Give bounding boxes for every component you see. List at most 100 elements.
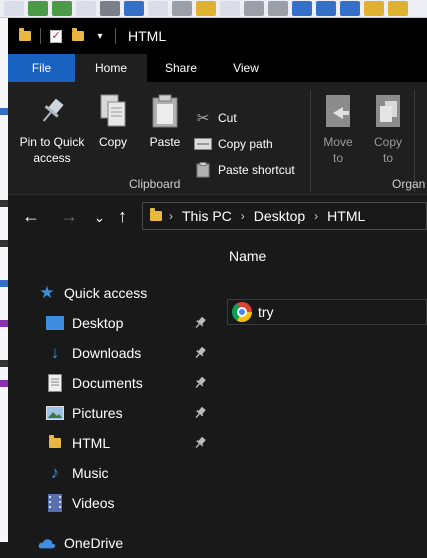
nav-item-label: Documents <box>72 375 143 391</box>
nav-item-videos[interactable]: Videos <box>8 488 215 518</box>
folder-icon <box>18 28 32 43</box>
nav-item-desktop[interactable]: Desktop <box>8 308 215 338</box>
pin-icon <box>35 92 69 130</box>
recent-locations-chevron-icon[interactable]: ⌄ <box>94 208 105 228</box>
move-to-button[interactable]: Move to <box>316 92 360 166</box>
new-folder-icon[interactable] <box>71 28 85 43</box>
tab-share[interactable]: Share <box>147 54 215 82</box>
nav-quick-access[interactable]: ★ Quick access <box>8 278 215 308</box>
nav-item-label: Pictures <box>72 405 123 421</box>
nav-item-music[interactable]: ♪ Music <box>8 458 215 488</box>
title-bar: ✓ ▾ HTML <box>8 18 427 54</box>
breadcrumb-separator-icon[interactable]: › <box>169 209 173 223</box>
paste-icon <box>148 92 182 130</box>
toolbar-icon <box>268 1 288 16</box>
tab-file[interactable]: File <box>8 54 75 82</box>
address-bar[interactable]: › This PC › Desktop › HTML <box>142 202 427 230</box>
toolbar-icon <box>196 1 216 16</box>
toolbar-icon <box>364 1 384 16</box>
nav-item-documents[interactable]: Documents <box>8 368 215 398</box>
toolbar-icon <box>388 1 408 16</box>
file-item[interactable]: try <box>227 299 427 325</box>
nav-item-downloads[interactable]: ↓ Downloads <box>8 338 215 368</box>
copy-to-button[interactable]: Copy to <box>366 92 410 166</box>
paste-button[interactable]: Paste <box>142 92 188 150</box>
column-header-name[interactable]: Name <box>229 248 266 264</box>
nav-onedrive-label: OneDrive <box>64 535 124 551</box>
organize-group-label: Organ <box>392 177 426 191</box>
nav-onedrive[interactable]: OneDrive <box>8 528 215 558</box>
nav-item-label: Downloads <box>72 345 142 361</box>
redo-icon <box>52 1 72 16</box>
undo-icon <box>28 1 48 16</box>
breadcrumb-desktop[interactable]: Desktop <box>254 208 305 224</box>
toolbar-icon <box>316 1 336 16</box>
copy-to-label-line2: to <box>382 151 393 165</box>
navigation-pane: ★ Quick access Desktop ↓ Downloads Docum… <box>8 236 215 551</box>
copy-to-icon <box>371 92 405 130</box>
copy-label: Copy <box>98 135 127 149</box>
properties-checkbox-icon[interactable]: ✓ <box>49 29 63 43</box>
download-arrow-icon: ↓ <box>50 343 60 362</box>
copy-icon <box>96 92 130 130</box>
folder-icon <box>149 208 163 223</box>
paste-shortcut-label: Paste shortcut <box>218 163 295 177</box>
toolbar-icon <box>4 1 24 16</box>
breadcrumb-this-pc[interactable]: This PC <box>182 208 232 224</box>
move-to-icon <box>321 92 355 130</box>
tab-view[interactable]: View <box>215 54 277 82</box>
up-arrow-icon[interactable]: ↑ <box>118 206 127 226</box>
toolbar-icon <box>340 1 360 16</box>
nav-item-label: HTML <box>72 435 111 451</box>
pin-icon[interactable] <box>193 406 207 420</box>
breadcrumb-separator-icon[interactable]: › <box>241 209 245 223</box>
pin-icon[interactable] <box>193 376 207 390</box>
move-to-label-line1: Move <box>323 135 353 149</box>
nav-item-label: Videos <box>72 495 115 511</box>
file-name: try <box>258 304 274 320</box>
cut-label: Cut <box>218 111 237 125</box>
address-row: ← → ⌄ ↑ › This PC › Desktop › HTML <box>8 196 427 236</box>
star-icon: ★ <box>39 283 55 302</box>
breadcrumb-html[interactable]: HTML <box>327 208 365 224</box>
cloud-icon <box>38 534 56 552</box>
paste-shortcut-button[interactable]: Paste shortcut <box>194 160 295 180</box>
divider <box>115 28 116 44</box>
cut-button[interactable]: ✂ Cut <box>194 108 237 128</box>
copy-path-label: Copy path <box>218 137 273 151</box>
toolbar-icon <box>172 1 192 16</box>
copy-button[interactable]: Copy <box>92 92 134 150</box>
move-to-label-line2: to <box>332 151 343 165</box>
pin-icon[interactable] <box>193 346 207 360</box>
toolbar-icon <box>244 1 264 16</box>
copy-to-label-line1: Copy <box>373 135 402 149</box>
pin-label-line2: access <box>33 151 71 165</box>
tab-home[interactable]: Home <box>75 54 147 82</box>
chrome-icon <box>232 302 252 322</box>
ribbon-tabs: File Home Share View <box>8 54 427 82</box>
copy-path-button[interactable]: Copy path <box>194 134 273 154</box>
divider <box>40 28 41 44</box>
breadcrumb-separator-icon[interactable]: › <box>314 209 318 223</box>
pin-to-quick-access-button[interactable]: Pin to Quick access <box>12 92 92 166</box>
toolbar-icon <box>124 1 144 16</box>
file-list: Name try <box>215 236 427 542</box>
videos-icon <box>46 494 64 512</box>
paste-label: Paste <box>149 135 181 149</box>
pin-icon[interactable] <box>193 436 207 450</box>
pin-icon[interactable] <box>193 316 207 330</box>
nav-item-label: Music <box>72 465 109 481</box>
background-editor-toolbar <box>0 0 427 18</box>
pictures-icon <box>46 404 64 422</box>
customize-quick-access-icon[interactable]: ▾ <box>93 29 107 43</box>
pin-label-line1: Pin to Quick <box>19 135 85 149</box>
back-arrow-icon[interactable]: ← <box>22 206 40 226</box>
file-explorer-window: ✓ ▾ HTML File Home Share View Pin to Qui… <box>8 18 427 551</box>
forward-arrow-icon[interactable]: → <box>60 206 78 226</box>
ribbon-home: Pin to Quick access Copy Paste ✂ Cut Cop… <box>8 82 427 195</box>
nav-item-pictures[interactable]: Pictures <box>8 398 215 428</box>
nav-item-html[interactable]: HTML <box>8 428 215 458</box>
music-note-icon: ♪ <box>50 463 60 482</box>
toolbar-icon <box>220 1 240 16</box>
folder-icon <box>46 434 64 452</box>
